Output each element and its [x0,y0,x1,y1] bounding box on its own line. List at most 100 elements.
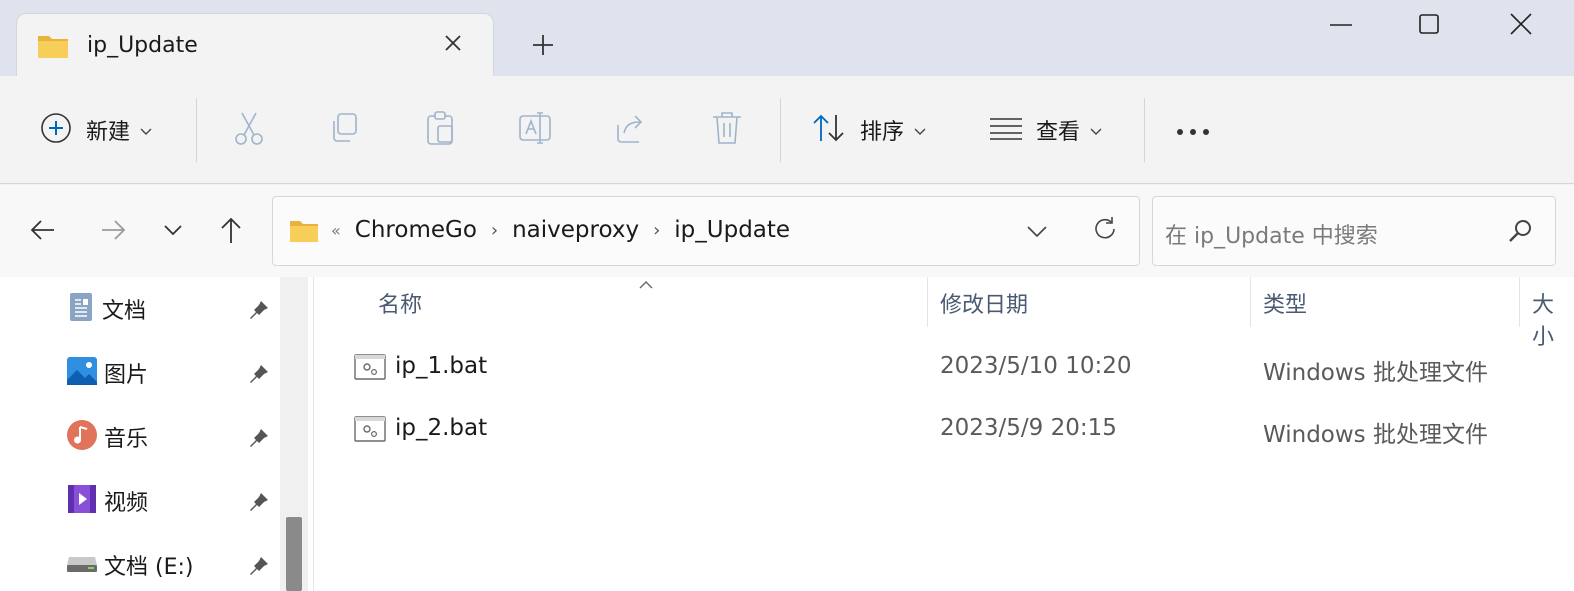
column-header-modified[interactable]: 修改日期 [940,287,1028,319]
content-area: 文档 图片 音乐 视频 文档 (E:) 名称 修改日期 类型 大小 ip_1.b… [0,277,1574,591]
batch-file-icon [354,354,386,384]
column-header-row: 名称 修改日期 类型 大小 [314,275,1574,350]
address-bar[interactable]: « ChromeGo › naiveproxy › ip_Update [272,196,1140,266]
new-button[interactable]: 新建 [40,110,152,150]
up-arrow-icon[interactable] [216,215,246,245]
view-button-label: 查看 [1036,120,1081,145]
file-name: ip_2.bat [395,415,488,441]
sidebar-scrollbar[interactable] [280,277,308,591]
chevron-down-icon [1090,121,1102,140]
copy-icon [328,111,362,149]
navigation-pane: 文档 图片 音乐 视频 文档 (E:) [0,277,280,591]
recent-locations-chevron-icon[interactable] [158,215,188,245]
search-icon [1507,217,1535,249]
music-icon [66,419,98,455]
command-bar: 新建 排序 查看 [0,76,1574,184]
column-divider[interactable] [927,277,928,327]
folder-icon [37,33,69,63]
sort-ascending-icon [638,275,654,294]
sidebar-item-label: 视频 [104,491,149,516]
trash-icon [710,110,744,150]
new-button-label: 新建 [86,120,131,145]
plus-circle-icon [40,112,72,148]
view-button[interactable]: 查看 [990,110,1102,150]
maximize-icon[interactable] [1412,10,1446,40]
rename-icon [518,111,554,149]
pictures-icon [66,356,98,390]
sort-button-label: 排序 [860,120,905,145]
sidebar-item-videos[interactable]: 视频 [66,481,276,521]
file-modified-date: 2023/5/9 20:15 [940,415,1117,441]
more-icon [1176,121,1210,140]
navigation-bar: « ChromeGo › naiveproxy › ip_Update 在 ip… [0,185,1574,277]
documents-icon [66,291,96,327]
copy-button[interactable] [328,110,362,150]
chevron-down-icon [914,121,926,140]
chevron-down-icon [140,121,152,140]
videos-icon [66,483,98,519]
list-view-icon [990,116,1022,144]
close-tab-icon[interactable] [441,31,465,55]
breadcrumb: « ChromeGo › naiveproxy › ip_Update [331,217,790,243]
sidebar-item-documents[interactable]: 文档 [66,289,276,329]
forward-arrow-icon[interactable] [98,215,128,245]
toolbar-divider [780,98,781,162]
address-history-chevron-icon[interactable] [1025,219,1049,247]
pin-icon[interactable] [248,299,270,325]
pin-icon[interactable] [248,363,270,389]
file-row[interactable]: ip_1.bat 2023/5/10 10:20 Windows 批处理文件 [340,341,1574,393]
file-type: Windows 批处理文件 [1263,422,1488,448]
column-header-type[interactable]: 类型 [1263,287,1307,319]
breadcrumb-overflow[interactable]: « [331,221,341,240]
cut-button[interactable] [232,110,266,150]
sidebar-item-music[interactable]: 音乐 [66,417,276,457]
sort-button[interactable]: 排序 [812,110,926,150]
sidebar-item-label: 音乐 [104,427,149,452]
paste-button[interactable] [424,110,458,150]
breadcrumb-ip-update[interactable]: ip_Update [674,217,790,243]
clipboard-icon [424,110,458,150]
file-type: Windows 批处理文件 [1263,360,1488,386]
file-name: ip_1.bat [395,353,488,379]
sidebar-item-label: 文档 (E:) [104,555,194,580]
tab-ip-update[interactable]: ip_Update [16,13,494,76]
rename-button[interactable] [518,110,554,150]
share-icon [614,111,648,149]
more-options-button[interactable] [1176,110,1210,150]
scissors-icon [232,110,266,150]
breadcrumb-separator[interactable]: › [491,220,498,241]
column-divider[interactable] [1519,277,1520,327]
pin-icon[interactable] [248,491,270,517]
folder-icon [289,219,319,247]
sort-arrows-icon [812,113,846,147]
sidebar-item-label: 文档 [102,299,147,324]
new-tab-button[interactable] [530,32,556,58]
pin-icon[interactable] [248,555,270,581]
tab-title: ip_Update [87,33,198,58]
column-divider[interactable] [1250,277,1251,327]
pin-icon[interactable] [248,427,270,453]
column-header-name[interactable]: 名称 [378,287,422,319]
sidebar-item-drive-e[interactable]: 文档 (E:) [66,545,276,585]
sidebar-item-label: 图片 [104,363,149,388]
close-window-icon[interactable] [1504,10,1538,40]
delete-button[interactable] [710,110,744,150]
back-arrow-icon[interactable] [28,215,58,245]
file-row[interactable]: ip_2.bat 2023/5/9 20:15 Windows 批处理文件 [340,403,1574,455]
search-box[interactable]: 在 ip_Update 中搜索 [1152,196,1556,266]
breadcrumb-separator[interactable]: › [653,220,660,241]
toolbar-divider [1144,98,1145,162]
sidebar-item-pictures[interactable]: 图片 [66,353,276,393]
search-input[interactable]: 在 ip_Update 中搜索 [1165,218,1378,250]
toolbar-divider [196,98,197,162]
drive-icon [66,553,98,577]
breadcrumb-chromego[interactable]: ChromeGo [355,217,477,243]
file-modified-date: 2023/5/10 10:20 [940,353,1132,379]
share-button[interactable] [614,110,648,150]
breadcrumb-naiveproxy[interactable]: naiveproxy [512,217,639,243]
batch-file-icon [354,416,386,446]
scrollbar-thumb[interactable] [286,517,302,591]
minimize-icon[interactable] [1324,10,1358,40]
title-bar: ip_Update [0,0,1574,76]
refresh-icon[interactable] [1091,215,1119,247]
